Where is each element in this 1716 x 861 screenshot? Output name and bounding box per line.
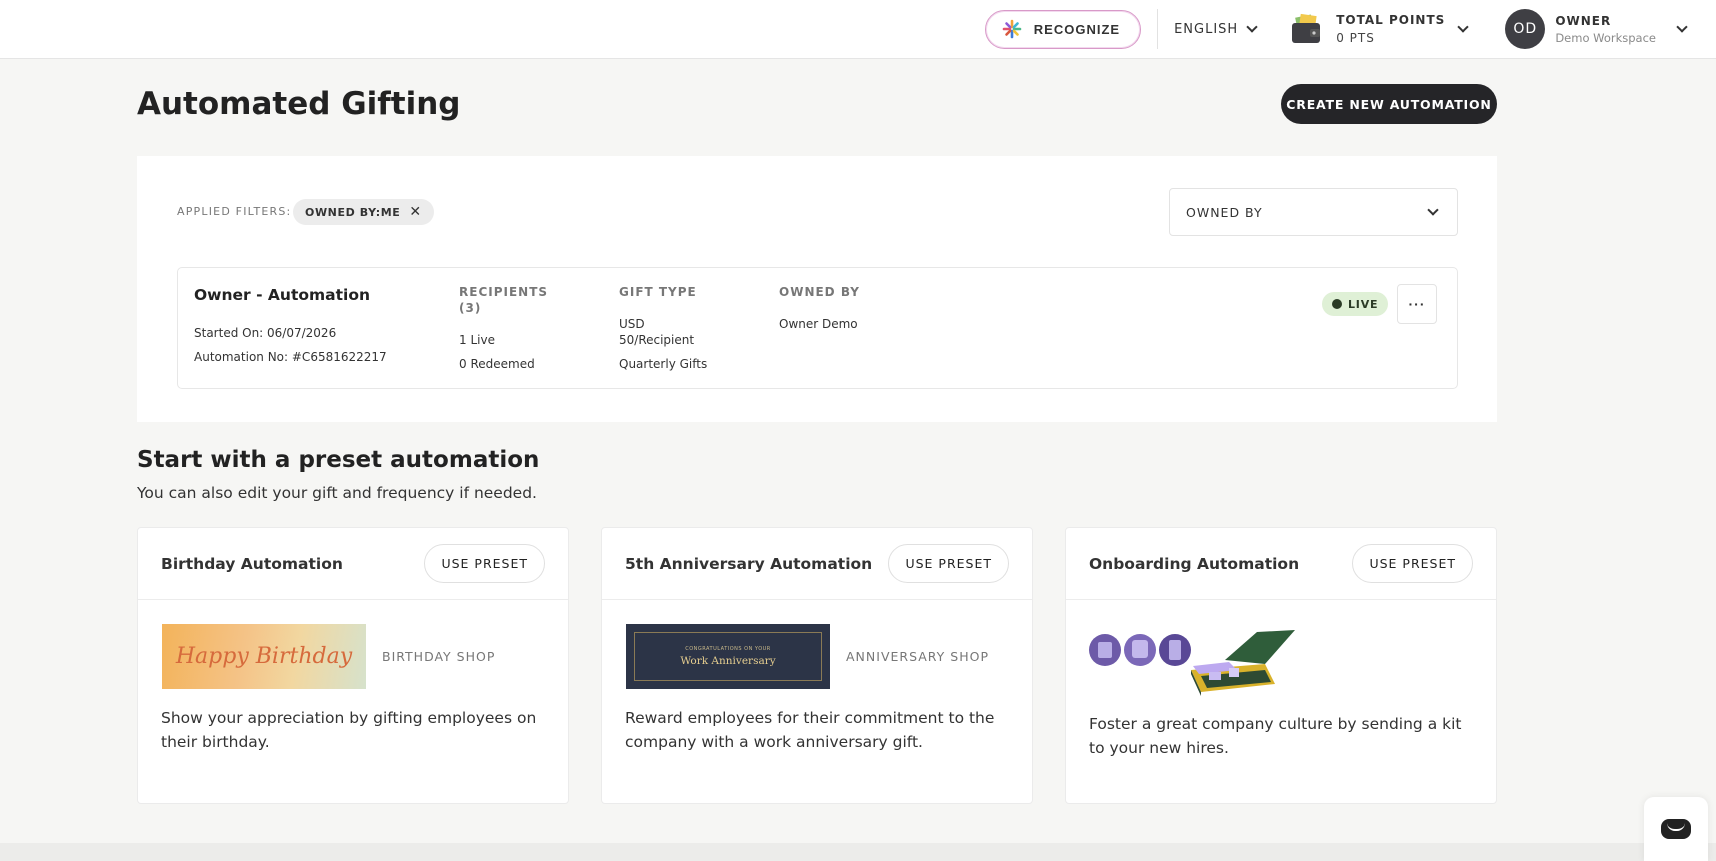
presets-title: Start with a preset automation [137,447,540,473]
create-automation-button[interactable]: CREATE NEW AUTOMATION [1281,84,1497,124]
close-icon[interactable]: ✕ [409,204,421,220]
use-preset-button[interactable]: USE PRESET [888,544,1009,583]
user-name: OWNER [1555,13,1612,28]
recipients-count: (3) [459,301,482,315]
owner-name: Owner Demo [779,317,858,331]
birthday-shop-link[interactable]: BIRTHDAY SHOP [382,649,495,664]
divider [1157,9,1159,49]
points-value: 0 PTS [1336,31,1375,45]
avatar: OD [1505,9,1546,49]
use-preset-button[interactable]: USE PRESET [1352,544,1473,583]
page-title: Automated Gifting [137,86,461,122]
automations-panel: APPLIED FILTERS: OWNED BY:ME ✕ OWNED BY … [137,156,1497,422]
chevron-down-icon [1246,21,1258,33]
owned-by-header: OWNED BY [779,285,860,299]
recipients-live: 1 Live [459,333,495,347]
automation-name: Owner - Automation [194,286,371,304]
workspace-name: Demo Workspace [1555,30,1656,45]
preset-card-description: Foster a great company culture by sendin… [1089,715,1462,757]
top-bar: RECOGNIZE ENGLISH TOTAL POINTS 0 PTS OD … [0,0,1716,59]
birthday-image-text: Happy Birthday [175,644,353,669]
wallet-icon [1292,13,1321,43]
chevron-down-icon [1457,21,1469,33]
preset-card-header: Birthday Automation USE PRESET [138,528,568,600]
gift-name: Quarterly Gifts [619,357,708,371]
recipients-redeemed: 0 Redeemed [459,357,535,371]
anniversary-image-frame [634,632,822,681]
anniversary-shop-link[interactable]: ANNIVERSARY SHOP [846,649,989,664]
recognize-button[interactable]: RECOGNIZE [984,9,1142,49]
preset-card-description: Show your appreciation by gifting employ… [161,709,537,751]
birthday-image: Happy Birthday [162,624,366,689]
preset-card-onboarding: Onboarding Automation USE PRESET Foster … [1065,527,1497,804]
status-badge: LIVE [1322,292,1389,316]
filter-chip-owned-by: OWNED BY:ME ✕ [293,199,434,225]
preset-card-description: Reward employees for their commitment to… [625,709,995,751]
preset-card-birthday: Birthday Automation USE PRESET Happy Bir… [137,527,569,804]
owned-by-select-label: OWNED BY [1186,204,1263,220]
use-preset-button[interactable]: USE PRESET [424,544,545,583]
chevron-down-icon [1676,21,1688,33]
presets-subtitle: You can also edit your gift and frequenc… [137,484,537,502]
gift-currency: USD [619,317,645,331]
chat-widget-button[interactable] [1644,797,1708,861]
preset-card-anniversary: 5th Anniversary Automation USE PRESET CO… [601,527,1033,804]
recipients-header: RECIPIENTS [459,285,549,299]
filter-chip-label: OWNED BY:ME [305,205,401,219]
applied-filters-label: APPLIED FILTERS: [177,205,292,218]
recognize-label: RECOGNIZE [1033,21,1121,37]
language-label: ENGLISH [1174,21,1239,37]
points-title: TOTAL POINTS [1336,13,1446,27]
automation-number: Automation No: #C6581622217 [194,350,387,364]
preset-card-header: Onboarding Automation USE PRESET [1066,528,1496,600]
gift-amount: 50/Recipient [619,333,695,347]
points-menu[interactable]: TOTAL POINTS 0 PTS [1290,13,1469,45]
user-menu[interactable]: OD OWNER Demo Workspace [1505,9,1688,49]
anniversary-image: CONGRATULATIONS ON YOUR Work Anniversary [626,624,830,689]
status-dot-icon [1332,299,1342,309]
preset-card-title: 5th Anniversary Automation [625,555,873,573]
automation-card[interactable]: Owner - Automation Started On: 06/07/202… [177,267,1458,389]
more-options-button[interactable]: ··· [1397,284,1437,324]
preset-card-title: Birthday Automation [161,555,343,573]
gift-type-header: GIFT TYPE [619,285,697,299]
status-label: LIVE [1348,297,1379,311]
language-select[interactable]: ENGLISH [1174,21,1258,37]
preset-card-title: Onboarding Automation [1089,555,1300,573]
automation-started: Started On: 06/07/2026 [194,326,337,340]
preset-card-header: 5th Anniversary Automation USE PRESET [602,528,1032,600]
footer-band [0,843,1716,861]
chat-icon [1661,819,1691,839]
owned-by-select[interactable]: OWNED BY [1169,188,1458,236]
chevron-down-icon [1427,204,1439,216]
sparkle-icon [1002,19,1022,39]
onboarding-kit-image [1089,630,1295,696]
